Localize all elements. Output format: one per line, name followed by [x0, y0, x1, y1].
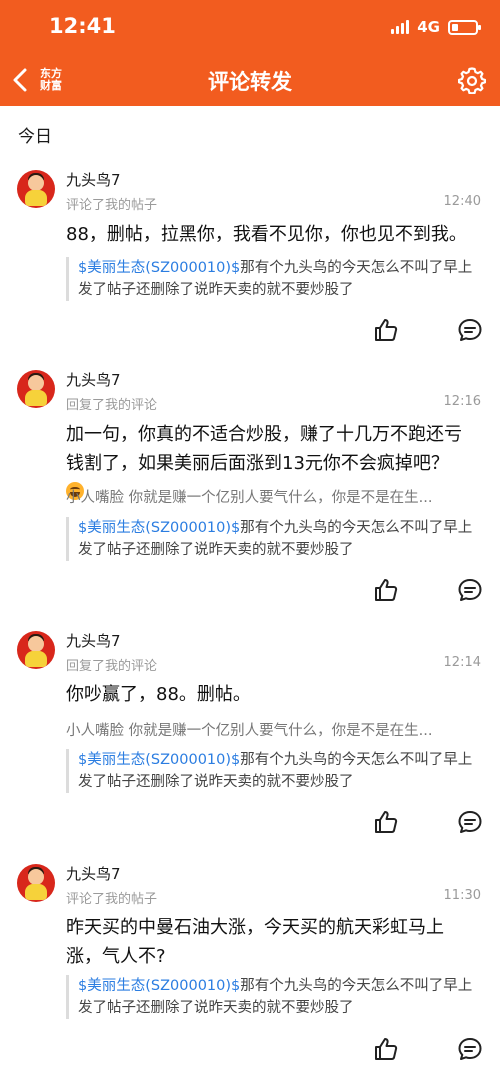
- avatar[interactable]: [17, 631, 55, 669]
- stock-link[interactable]: $美丽生态(SZ000010)$: [78, 260, 240, 276]
- avatar[interactable]: [17, 170, 55, 208]
- network-label: 4G: [417, 18, 440, 36]
- like-icon[interactable]: [373, 1036, 399, 1062]
- app-header: 12:41 4G 东方 财富 评论转发: [0, 0, 500, 106]
- timestamp: 12:40: [443, 194, 481, 209]
- comment-content: 昨天买的中曼石油大涨，今天买的航天彩虹马上涨，气人不?: [66, 917, 444, 967]
- action-text: 评论了我的帖子: [66, 198, 158, 213]
- replied-comment[interactable]: 小人嘴脸 你就是赚一个亿别人要气什么，你是不是在生...: [66, 719, 476, 740]
- battery-icon: [448, 19, 481, 35]
- quoted-post[interactable]: $美丽生态(SZ000010)$那有个九头鸟的今天怎么不叫了早上发了帖子还删除了…: [66, 749, 486, 793]
- stock-link[interactable]: $美丽生态(SZ000010)$: [78, 752, 240, 768]
- avatar[interactable]: [17, 370, 55, 408]
- timestamp: 12:16: [443, 394, 481, 409]
- status-icons: 4G: [391, 18, 481, 36]
- reply-icon[interactable]: [457, 1036, 483, 1062]
- reply-icon[interactable]: [457, 809, 483, 835]
- action-text: 回复了我的评论: [66, 659, 158, 674]
- username[interactable]: 九头鸟7: [66, 169, 121, 190]
- gear-icon[interactable]: [458, 66, 486, 94]
- reply-icon[interactable]: [457, 317, 483, 343]
- quoted-post[interactable]: $美丽生态(SZ000010)$那有个九头鸟的今天怎么不叫了早上发了帖子还删除了…: [66, 517, 486, 561]
- timestamp: 12:14: [443, 655, 481, 670]
- action-text: 评论了我的帖子: [66, 892, 158, 907]
- reply-icon[interactable]: [457, 577, 483, 603]
- timestamp: 11:30: [443, 888, 481, 903]
- page-title: 评论转发: [208, 70, 292, 94]
- like-icon[interactable]: [373, 809, 399, 835]
- username[interactable]: 九头鸟7: [66, 630, 121, 651]
- stock-link[interactable]: $美丽生态(SZ000010)$: [78, 520, 240, 536]
- like-icon[interactable]: [373, 317, 399, 343]
- like-icon[interactable]: [373, 577, 399, 603]
- replied-comment[interactable]: 小人嘴脸 你就是赚一个亿别人要气什么，你是不是在生...: [66, 486, 476, 507]
- username[interactable]: 九头鸟7: [66, 369, 121, 390]
- status-time: 12:41: [49, 14, 116, 38]
- avatar[interactable]: [17, 864, 55, 902]
- stock-link[interactable]: $美丽生态(SZ000010)$: [78, 978, 240, 994]
- quoted-post[interactable]: $美丽生态(SZ000010)$那有个九头鸟的今天怎么不叫了早上发了帖子还删除了…: [66, 975, 486, 1019]
- comment-content: 你吵赢了，88。删帖。: [66, 684, 251, 705]
- section-today: 今日: [18, 127, 52, 147]
- quoted-post[interactable]: $美丽生态(SZ000010)$那有个九头鸟的今天怎么不叫了早上发了帖子还删除了…: [66, 257, 486, 301]
- signal-icon: [391, 20, 410, 34]
- username[interactable]: 九头鸟7: [66, 863, 121, 884]
- comment-content: 88，删帖，拉黑你，我看不见你，你也见不到我。: [66, 224, 467, 245]
- action-text: 回复了我的评论: [66, 398, 158, 413]
